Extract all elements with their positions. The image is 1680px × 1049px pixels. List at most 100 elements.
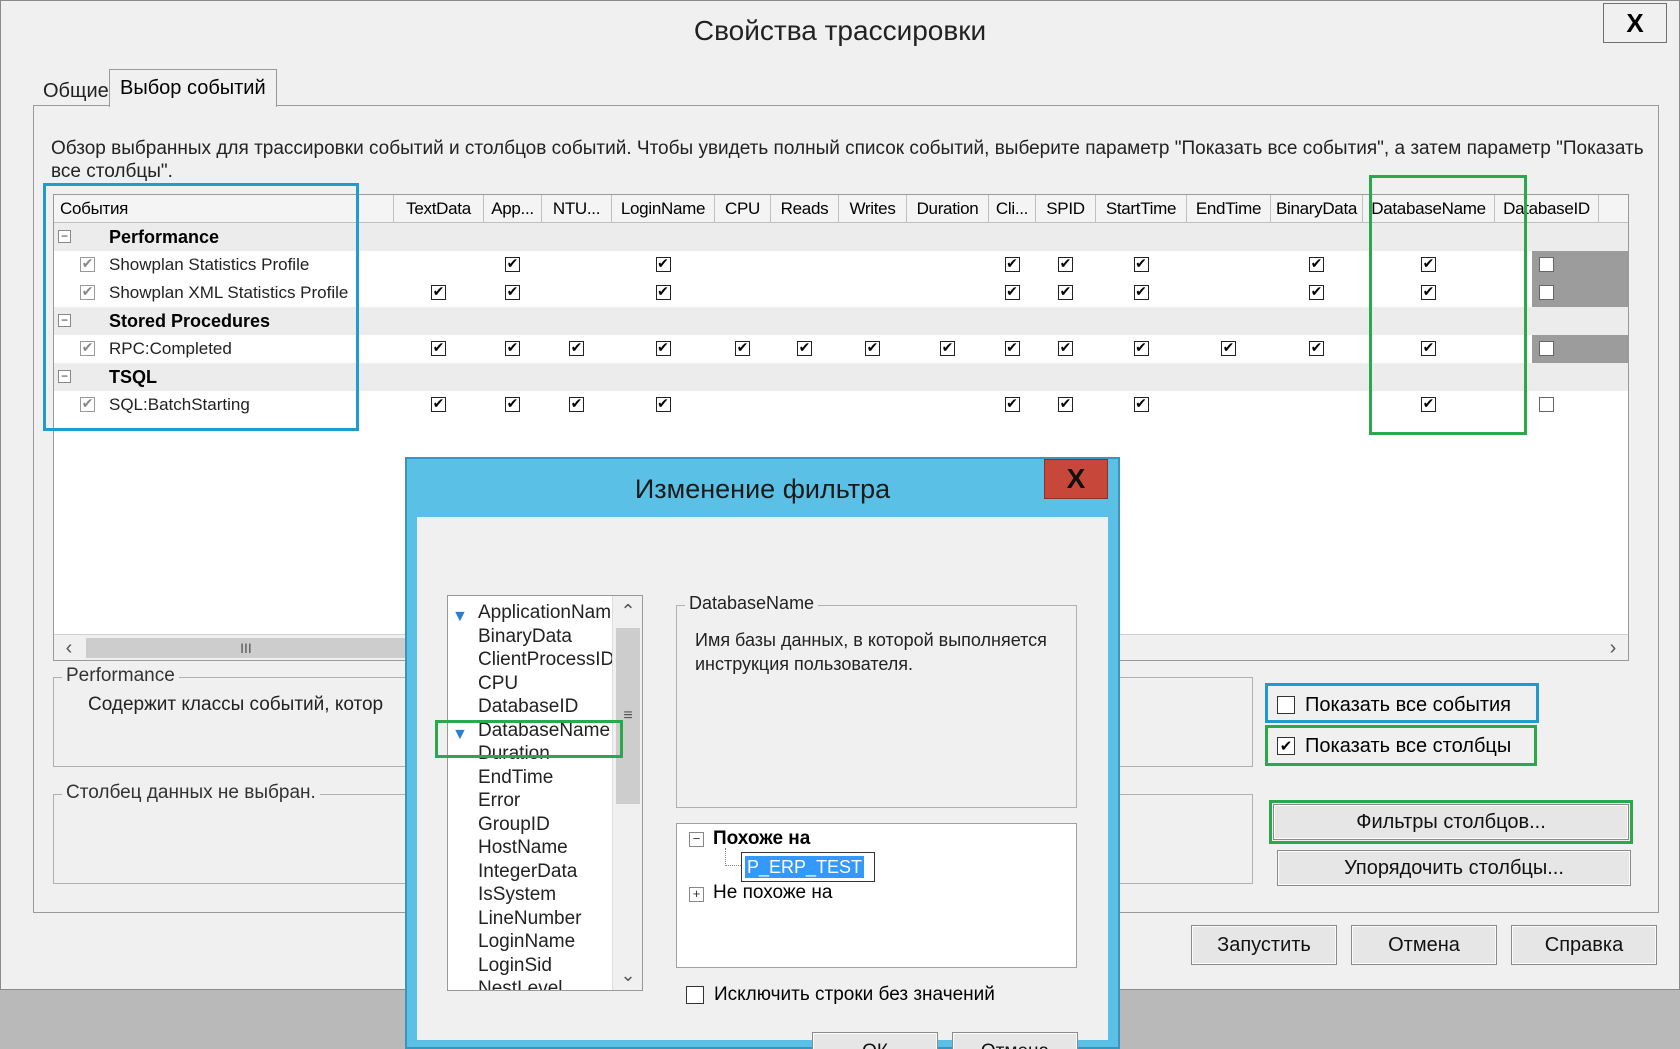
scroll-thumb[interactable]: III bbox=[86, 638, 406, 658]
column-header[interactable]: EndTime bbox=[1187, 195, 1271, 223]
field-list-item[interactable]: BinaryData bbox=[478, 624, 572, 649]
exclude-empty-box[interactable] bbox=[686, 986, 704, 1004]
column-checkbox[interactable]: ✔ bbox=[431, 341, 446, 356]
exclude-empty-label[interactable]: Исключить строки без значений bbox=[714, 983, 995, 1007]
field-list[interactable]: ▼ ApplicationName BinaryData ClientProcessI… bbox=[447, 595, 643, 991]
scroll-up-icon[interactable]: ⌃ bbox=[613, 598, 642, 624]
column-checkbox[interactable]: ✔ bbox=[1004, 285, 1020, 300]
column-checkbox[interactable]: ✔ bbox=[1309, 285, 1324, 300]
column-checkbox[interactable]: ✔ bbox=[1058, 341, 1073, 356]
field-list-item[interactable]: Duration bbox=[478, 741, 550, 766]
column-filters-button[interactable]: Фильтры столбцов... bbox=[1273, 804, 1629, 840]
field-list-item[interactable]: EndTime bbox=[478, 765, 553, 790]
column-checkbox[interactable]: ✔ bbox=[1309, 341, 1324, 356]
column-header[interactable]: NTU... bbox=[542, 195, 612, 223]
tab-events-selection[interactable]: Выбор событий bbox=[109, 69, 277, 107]
column-checkbox[interactable]: ✔ bbox=[505, 285, 520, 300]
column-checkbox[interactable]: ✔ bbox=[569, 397, 584, 412]
column-checkbox[interactable]: ✔ bbox=[1421, 341, 1436, 356]
dialog-cancel-button[interactable]: Отмена bbox=[952, 1032, 1078, 1049]
cancel-button[interactable]: Отмена bbox=[1351, 925, 1497, 965]
help-button[interactable]: Справка bbox=[1511, 925, 1657, 965]
event-row[interactable]: SQL:BatchStarting ✔ ✔ ✔ ✔ ✔ ✔ ✔ ✔ ✔ bbox=[54, 391, 1628, 419]
collapse-icon[interactable]: − bbox=[689, 832, 704, 847]
column-checkbox[interactable] bbox=[1539, 341, 1554, 356]
column-checkbox[interactable]: ✔ bbox=[1058, 397, 1073, 412]
like-value-text[interactable]: P_ERP_TEST bbox=[745, 856, 865, 878]
collapse-icon[interactable]: − bbox=[58, 314, 71, 327]
column-header[interactable]: DatabaseID bbox=[1495, 195, 1599, 223]
column-checkbox[interactable]: ✔ bbox=[1133, 285, 1149, 300]
run-button[interactable]: Запустить bbox=[1191, 925, 1337, 965]
column-checkbox[interactable]: ✔ bbox=[1133, 257, 1149, 272]
column-header[interactable]: StartTime bbox=[1096, 195, 1187, 223]
like-node[interactable]: Похоже на bbox=[713, 828, 810, 850]
like-value-input[interactable]: P_ERP_TEST bbox=[741, 852, 875, 882]
event-checkbox[interactable]: ✔ bbox=[80, 257, 95, 272]
show-all-events-box[interactable] bbox=[1277, 696, 1295, 714]
filter-condition-tree[interactable]: − Похоже на P_ERP_TEST + Не похоже на bbox=[676, 823, 1077, 968]
collapse-icon[interactable]: − bbox=[58, 230, 71, 243]
scroll-down-icon[interactable]: ⌄ bbox=[613, 962, 642, 988]
column-checkbox[interactable]: ✔ bbox=[735, 341, 750, 356]
column-checkbox[interactable]: ✔ bbox=[1058, 257, 1073, 272]
column-checkbox[interactable]: ✔ bbox=[569, 341, 584, 356]
event-row[interactable]: Showplan XML Statistics Profile ✔ ✔ ✔ ✔ ✔ ✔ ✔ ✔ ✔ bbox=[54, 279, 1628, 307]
column-checkbox[interactable]: ✔ bbox=[1221, 341, 1236, 356]
not-like-node[interactable]: Не похоже на bbox=[713, 882, 832, 904]
field-list-item[interactable]: DatabaseID bbox=[478, 694, 578, 719]
column-checkbox[interactable]: ✔ bbox=[1004, 257, 1020, 272]
field-list-item[interactable]: ▼ DatabaseName bbox=[452, 718, 610, 743]
column-checkbox[interactable] bbox=[1539, 285, 1554, 300]
field-list-item[interactable]: HostName bbox=[478, 835, 568, 860]
tab-general[interactable]: Общие bbox=[35, 75, 117, 107]
category-row[interactable]: Stored Procedures − bbox=[54, 307, 1628, 335]
field-list-scrollbar[interactable]: ⌃ ≡ ⌄ bbox=[612, 596, 642, 990]
column-checkbox[interactable]: ✔ bbox=[1421, 257, 1436, 272]
column-checkbox[interactable]: ✔ bbox=[1133, 397, 1149, 412]
expand-icon[interactable]: + bbox=[689, 887, 704, 902]
organize-columns-button[interactable]: Упорядочить столбцы... bbox=[1277, 850, 1631, 886]
column-checkbox[interactable]: ✔ bbox=[1004, 341, 1020, 356]
field-list-item[interactable]: GroupID bbox=[478, 812, 550, 837]
column-checkbox[interactable]: ✔ bbox=[655, 397, 671, 412]
field-list-item[interactable]: LoginName bbox=[478, 929, 575, 954]
column-header[interactable]: Writes bbox=[839, 195, 907, 223]
column-header[interactable]: Duration bbox=[907, 195, 989, 223]
column-checkbox[interactable]: ✔ bbox=[1133, 341, 1149, 356]
column-header[interactable]: Reads bbox=[771, 195, 839, 223]
column-header[interactable]: SPID bbox=[1036, 195, 1096, 223]
show-all-columns-label[interactable]: Показать все столбцы bbox=[1305, 734, 1511, 758]
field-list-item[interactable]: LineNumber bbox=[478, 906, 582, 931]
column-checkbox[interactable]: ✔ bbox=[865, 341, 880, 356]
show-all-columns-box[interactable]: ✔ bbox=[1277, 737, 1295, 755]
column-checkbox[interactable]: ✔ bbox=[431, 285, 446, 300]
column-checkbox[interactable]: ✔ bbox=[655, 341, 671, 356]
ok-button[interactable]: ОК bbox=[812, 1032, 938, 1049]
event-row[interactable]: RPC:Completed ✔ ✔ ✔ ✔ ✔ ✔ ✔ ✔ ✔ ✔ ✔ ✔ ✔ ✔ ✔ bbox=[54, 335, 1628, 363]
scroll-right-icon[interactable]: › bbox=[1600, 635, 1626, 661]
column-checkbox[interactable]: ✔ bbox=[655, 285, 671, 300]
column-checkbox[interactable] bbox=[1539, 257, 1554, 272]
column-checkbox[interactable]: ✔ bbox=[1421, 397, 1436, 412]
show-all-events-label[interactable]: Показать все события bbox=[1305, 693, 1511, 717]
dialog-close-button[interactable]: X bbox=[1044, 459, 1108, 499]
column-checkbox[interactable]: ✔ bbox=[655, 257, 671, 272]
column-checkbox[interactable] bbox=[1539, 397, 1554, 412]
field-list-item[interactable]: Error bbox=[478, 788, 520, 813]
event-checkbox[interactable]: ✔ bbox=[80, 341, 95, 356]
column-checkbox[interactable]: ✔ bbox=[505, 341, 520, 356]
column-checkbox[interactable]: ✔ bbox=[797, 341, 812, 356]
field-list-item[interactable]: IsSystem bbox=[478, 882, 556, 907]
column-header[interactable]: CPU bbox=[715, 195, 771, 223]
event-checkbox[interactable]: ✔ bbox=[80, 397, 95, 412]
event-row[interactable]: Showplan Statistics Profile ✔ ✔ ✔ ✔ ✔ ✔ ✔ ✔ bbox=[54, 251, 1628, 279]
category-row[interactable]: TSQL − bbox=[54, 363, 1628, 391]
column-header[interactable]: DatabaseName bbox=[1363, 195, 1495, 223]
column-checkbox[interactable]: ✔ bbox=[940, 341, 955, 356]
column-header[interactable]: Cli... bbox=[989, 195, 1036, 223]
column-checkbox[interactable]: ✔ bbox=[1421, 285, 1436, 300]
field-list-item[interactable]: ClientProcessID bbox=[478, 647, 614, 672]
collapse-icon[interactable]: − bbox=[58, 370, 71, 383]
category-row[interactable]: Performance − bbox=[54, 223, 1628, 251]
